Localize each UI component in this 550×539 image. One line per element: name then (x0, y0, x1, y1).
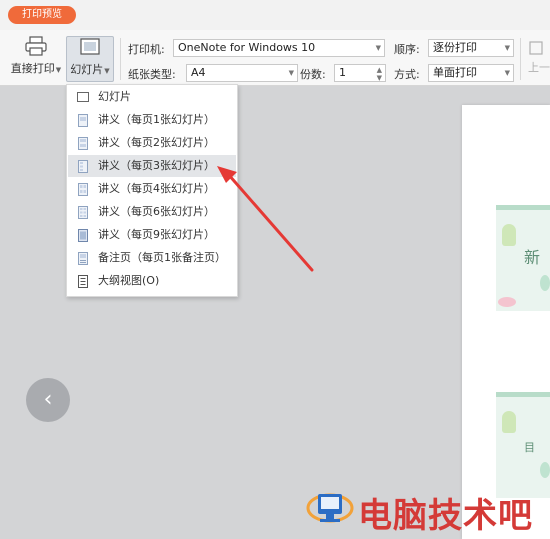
watermark: 电脑技术吧 (306, 486, 550, 536)
watermark-text: 电脑技术吧 (358, 496, 533, 536)
annotation-arrow-icon (217, 166, 314, 272)
computer-logo-icon (306, 493, 354, 523)
